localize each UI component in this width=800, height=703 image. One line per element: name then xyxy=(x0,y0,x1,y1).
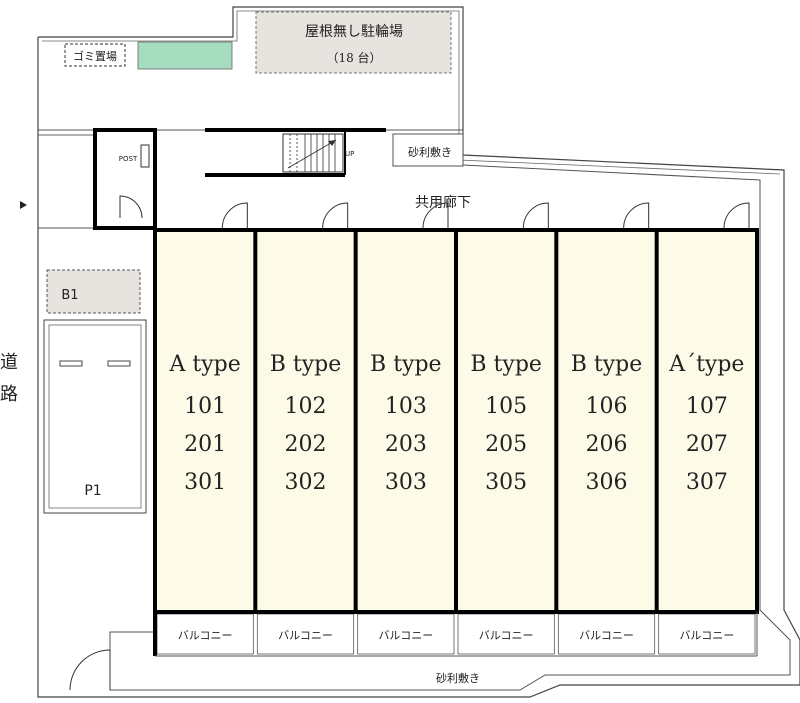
unit-fill xyxy=(656,230,757,612)
bicycle-capacity-label: （18 台） xyxy=(326,50,381,65)
unit-fill xyxy=(355,230,456,612)
unit-type-label: A´type xyxy=(668,352,744,377)
unit-type-label: B type xyxy=(571,352,643,377)
balcony-label: バルコニー xyxy=(378,629,433,642)
balcony-label: バルコニー xyxy=(579,629,634,642)
door-icon xyxy=(723,202,750,229)
stairs xyxy=(282,133,344,173)
door-icon xyxy=(322,202,349,229)
unit-102: B type 102 202 302 バルコニー xyxy=(255,202,356,655)
unit-107: A´type 107 207 307 バルコニー xyxy=(656,202,757,655)
unit-fill xyxy=(155,230,256,612)
room-number: 201 xyxy=(184,432,226,457)
room-number: 205 xyxy=(485,432,527,457)
p1-label: P1 xyxy=(84,483,101,499)
room-number: 101 xyxy=(184,394,226,419)
room-number: 203 xyxy=(385,432,427,457)
door-icon xyxy=(623,202,650,229)
unit-type-label: B type xyxy=(370,352,442,377)
rear-door-icon xyxy=(69,649,111,691)
post-label: POST xyxy=(119,155,138,163)
room-number: 305 xyxy=(485,470,527,495)
room-number: 103 xyxy=(385,394,427,419)
units-layer: A type 101 201 301 バルコニー B type 102 202 302 バルコニー… xyxy=(153,202,759,657)
unit-fill xyxy=(255,230,356,612)
balcony-label: バルコニー xyxy=(278,629,333,642)
room-number: 306 xyxy=(586,470,628,495)
b1-label: B1 xyxy=(61,288,78,303)
balcony-label: バルコニー xyxy=(679,629,734,642)
room-number: 303 xyxy=(385,470,427,495)
room-number: 206 xyxy=(586,432,628,457)
unit-106: B type 106 206 306 バルコニー xyxy=(556,202,657,655)
entrance-arrow-icon xyxy=(20,201,27,209)
unit-type-label: B type xyxy=(270,352,342,377)
unit-fill xyxy=(456,230,557,612)
corridor-label: 共用廊下 xyxy=(415,194,471,211)
room-number: 301 xyxy=(184,470,226,495)
floor-plan: 屋根無し駐輪場 （18 台） ゴミ置場 POST UP 砂利敷き 共用廊下 道 … xyxy=(0,6,800,698)
door-icon xyxy=(221,202,248,229)
unit-type-label: B type xyxy=(470,352,542,377)
balcony-label: バルコニー xyxy=(479,629,534,642)
unit-fill xyxy=(556,230,657,612)
garbage-label: ゴミ置場 xyxy=(73,49,117,63)
room-number: 307 xyxy=(686,470,728,495)
entrance-door-icon xyxy=(119,195,143,219)
road-label-char-2: 路 xyxy=(0,384,18,405)
balcony-label: バルコニー xyxy=(178,629,233,642)
stairs-up-label: UP xyxy=(345,150,354,158)
room-number: 106 xyxy=(586,394,628,419)
p1-wheel-stop-right xyxy=(107,360,131,367)
unit-103: B type 103 203 303 バルコニー xyxy=(355,202,456,655)
room-number: 207 xyxy=(686,432,728,457)
room-number: 302 xyxy=(285,470,327,495)
p1-wheel-stop-left xyxy=(59,360,83,367)
gravel-top-label: 砂利敷き xyxy=(408,145,452,159)
green-strip xyxy=(137,41,233,70)
room-number: 105 xyxy=(485,394,527,419)
room-number: 107 xyxy=(686,394,728,419)
bicycle-parking-label: 屋根無し駐輪場 xyxy=(305,23,403,40)
door-icon xyxy=(522,202,549,229)
post-box xyxy=(140,144,150,168)
gravel-bottom-label: 砂利敷き xyxy=(436,671,480,685)
room-number: 102 xyxy=(285,394,327,419)
unit-type-label: A type xyxy=(169,352,241,377)
unit-101: A type 101 201 301 バルコニー xyxy=(155,202,256,655)
road-label-char-1: 道 xyxy=(0,352,18,373)
room-number: 202 xyxy=(285,432,327,457)
unit-105: B type 105 205 305 バルコニー xyxy=(456,202,557,655)
